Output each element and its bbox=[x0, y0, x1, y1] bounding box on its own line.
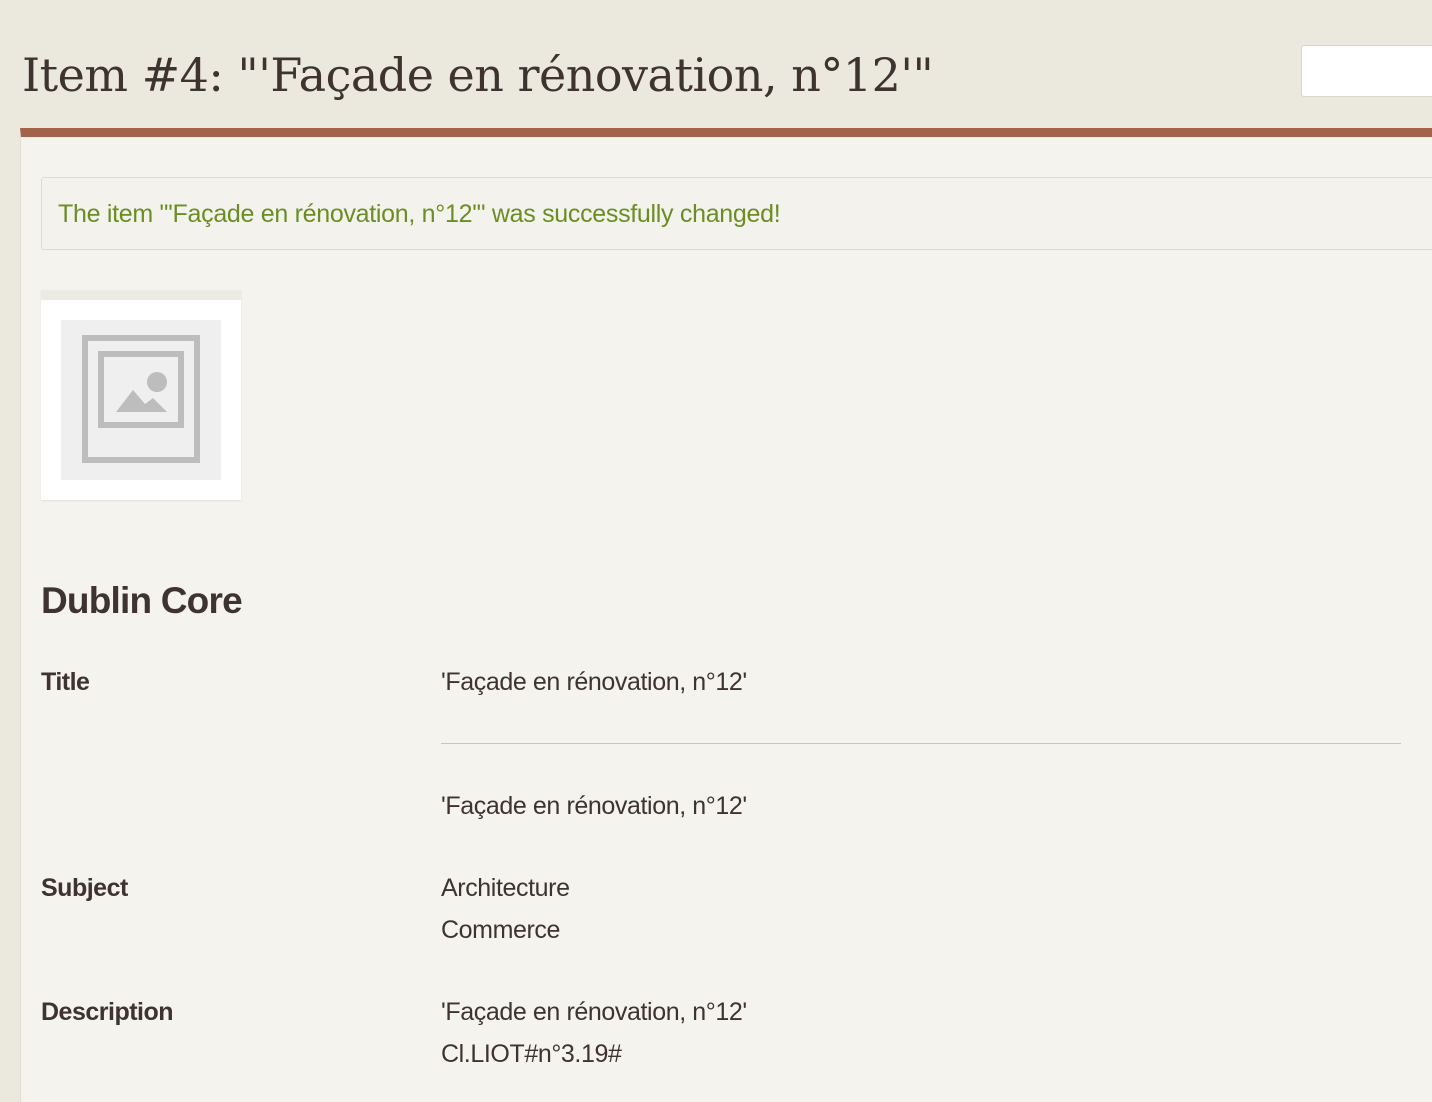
subject-field-value: Architecture bbox=[441, 874, 570, 902]
page-header: Item #4: "'Façade en rénovation, n°12'" bbox=[0, 0, 1432, 128]
image-placeholder-icon bbox=[82, 335, 200, 463]
thumbnail-frame bbox=[61, 320, 221, 480]
page-title: Item #4: "'Façade en rénovation, n°12'" bbox=[22, 48, 934, 102]
description-field-value: Cl.LIOT#n°3.19# bbox=[441, 1040, 622, 1068]
subject-field-label: Subject bbox=[41, 874, 128, 902]
subject-field-value: Commerce bbox=[441, 916, 561, 944]
title-field-value: 'Façade en rénovation, n°12' bbox=[441, 792, 747, 820]
dublin-core-heading: Dublin Core bbox=[41, 580, 243, 621]
success-flash-message: The item "'Façade en rénovation, n°12'" … bbox=[41, 177, 1432, 250]
description-field-value: 'Façade en rénovation, n°12' bbox=[441, 998, 747, 1026]
title-field-value: 'Façade en rénovation, n°12' bbox=[441, 668, 747, 696]
main-content: The item "'Façade en rénovation, n°12'" … bbox=[20, 128, 1432, 1102]
title-field-label: Title bbox=[41, 668, 90, 696]
flash-message-text: The item "'Façade en rénovation, n°12'" … bbox=[58, 200, 781, 228]
title-value-divider bbox=[441, 743, 1401, 744]
item-file-thumbnail[interactable] bbox=[41, 290, 241, 500]
description-field-label: Description bbox=[41, 998, 174, 1026]
header-search-input[interactable] bbox=[1301, 45, 1432, 97]
